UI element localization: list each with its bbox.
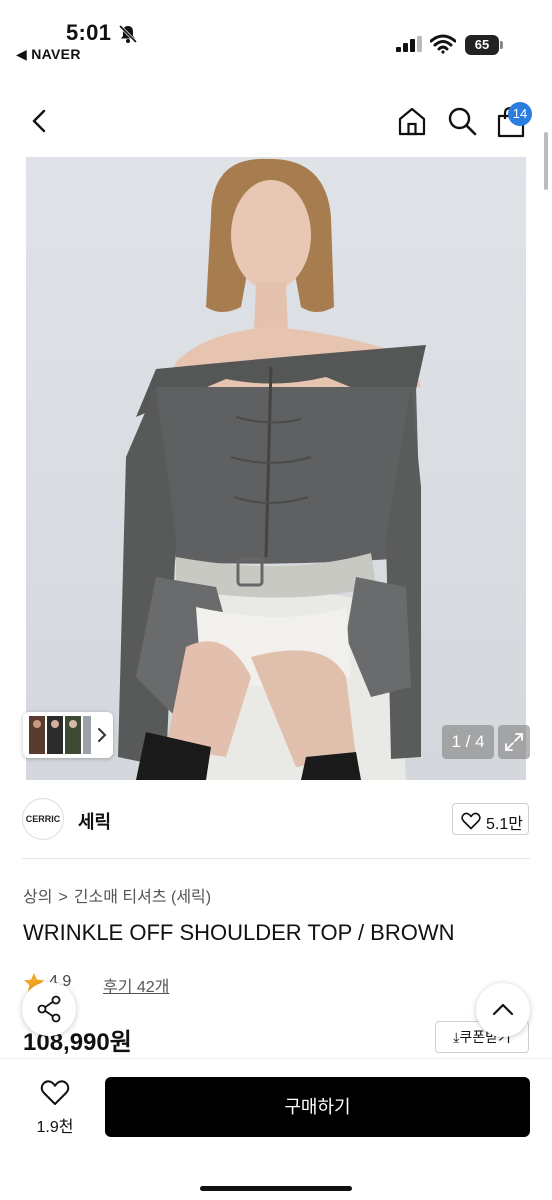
scroll-indicator [544,132,548,190]
divider [22,858,530,859]
bottom-action-bar: 1.9천 구매하기 [0,1058,552,1200]
status-time: 5:01 [66,20,112,45]
breadcrumb: 상의 > 긴소매 티셔츠 (세릭) [23,883,211,907]
brand-logo[interactable]: CERRIC [22,798,64,840]
wishlist-count: 1.9천 [36,1119,74,1136]
wishlist-button[interactable]: 1.9천 [20,1077,90,1141]
back-to-app-link[interactable]: ◀ NAVER [16,46,81,63]
expand-icon [505,733,523,751]
share-icon [37,995,61,1023]
breadcrumb-level-2[interactable]: 긴소매 티셔츠 (세릭) [74,889,211,906]
home-indicator [200,1186,352,1191]
home-icon[interactable] [396,105,428,137]
buy-button[interactable]: 구매하기 [105,1077,530,1137]
back-chevron-icon[interactable] [26,107,54,135]
expand-button[interactable] [498,725,530,759]
battery-level: 65 [474,37,490,52]
status-bar: 5:01 ◀ NAVER 65 [0,0,552,70]
thumbnail-strip[interactable] [23,712,113,758]
bell-off-icon [118,24,138,44]
thumbnail-1[interactable] [29,716,45,754]
chevron-right-icon[interactable] [95,725,109,745]
product-title: WRINKLE OFF SHOULDER TOP / BROWN [23,920,455,945]
wifi-icon [430,34,456,54]
brand-name[interactable]: 세릭 [78,808,111,834]
breadcrumb-level-1[interactable]: 상의 [23,889,52,906]
search-icon[interactable] [446,105,478,137]
top-nav [0,95,552,151]
heart-icon [40,1080,70,1105]
share-button[interactable] [22,982,76,1036]
brand-like-count: 5.1만 [486,816,523,833]
chevron-up-icon [492,1003,514,1016]
thumbnail-2[interactable] [47,716,63,754]
brand-like-button[interactable]: 5.1만 [452,803,529,835]
signal-icon [396,36,422,52]
thumbnail-3[interactable] [65,716,81,754]
review-count-link[interactable]: 후기 42개 [103,973,169,997]
cart-count-badge: 14 [508,102,532,126]
product-photo [26,157,526,780]
scroll-to-top-button[interactable] [476,983,530,1037]
product-image[interactable] [26,157,526,780]
breadcrumb-separator: > [58,889,68,906]
battery-icon: 65 [465,35,505,55]
thumbnail-4[interactable] [83,716,91,754]
heart-icon [461,812,481,830]
image-counter: 1 / 4 [442,725,494,759]
